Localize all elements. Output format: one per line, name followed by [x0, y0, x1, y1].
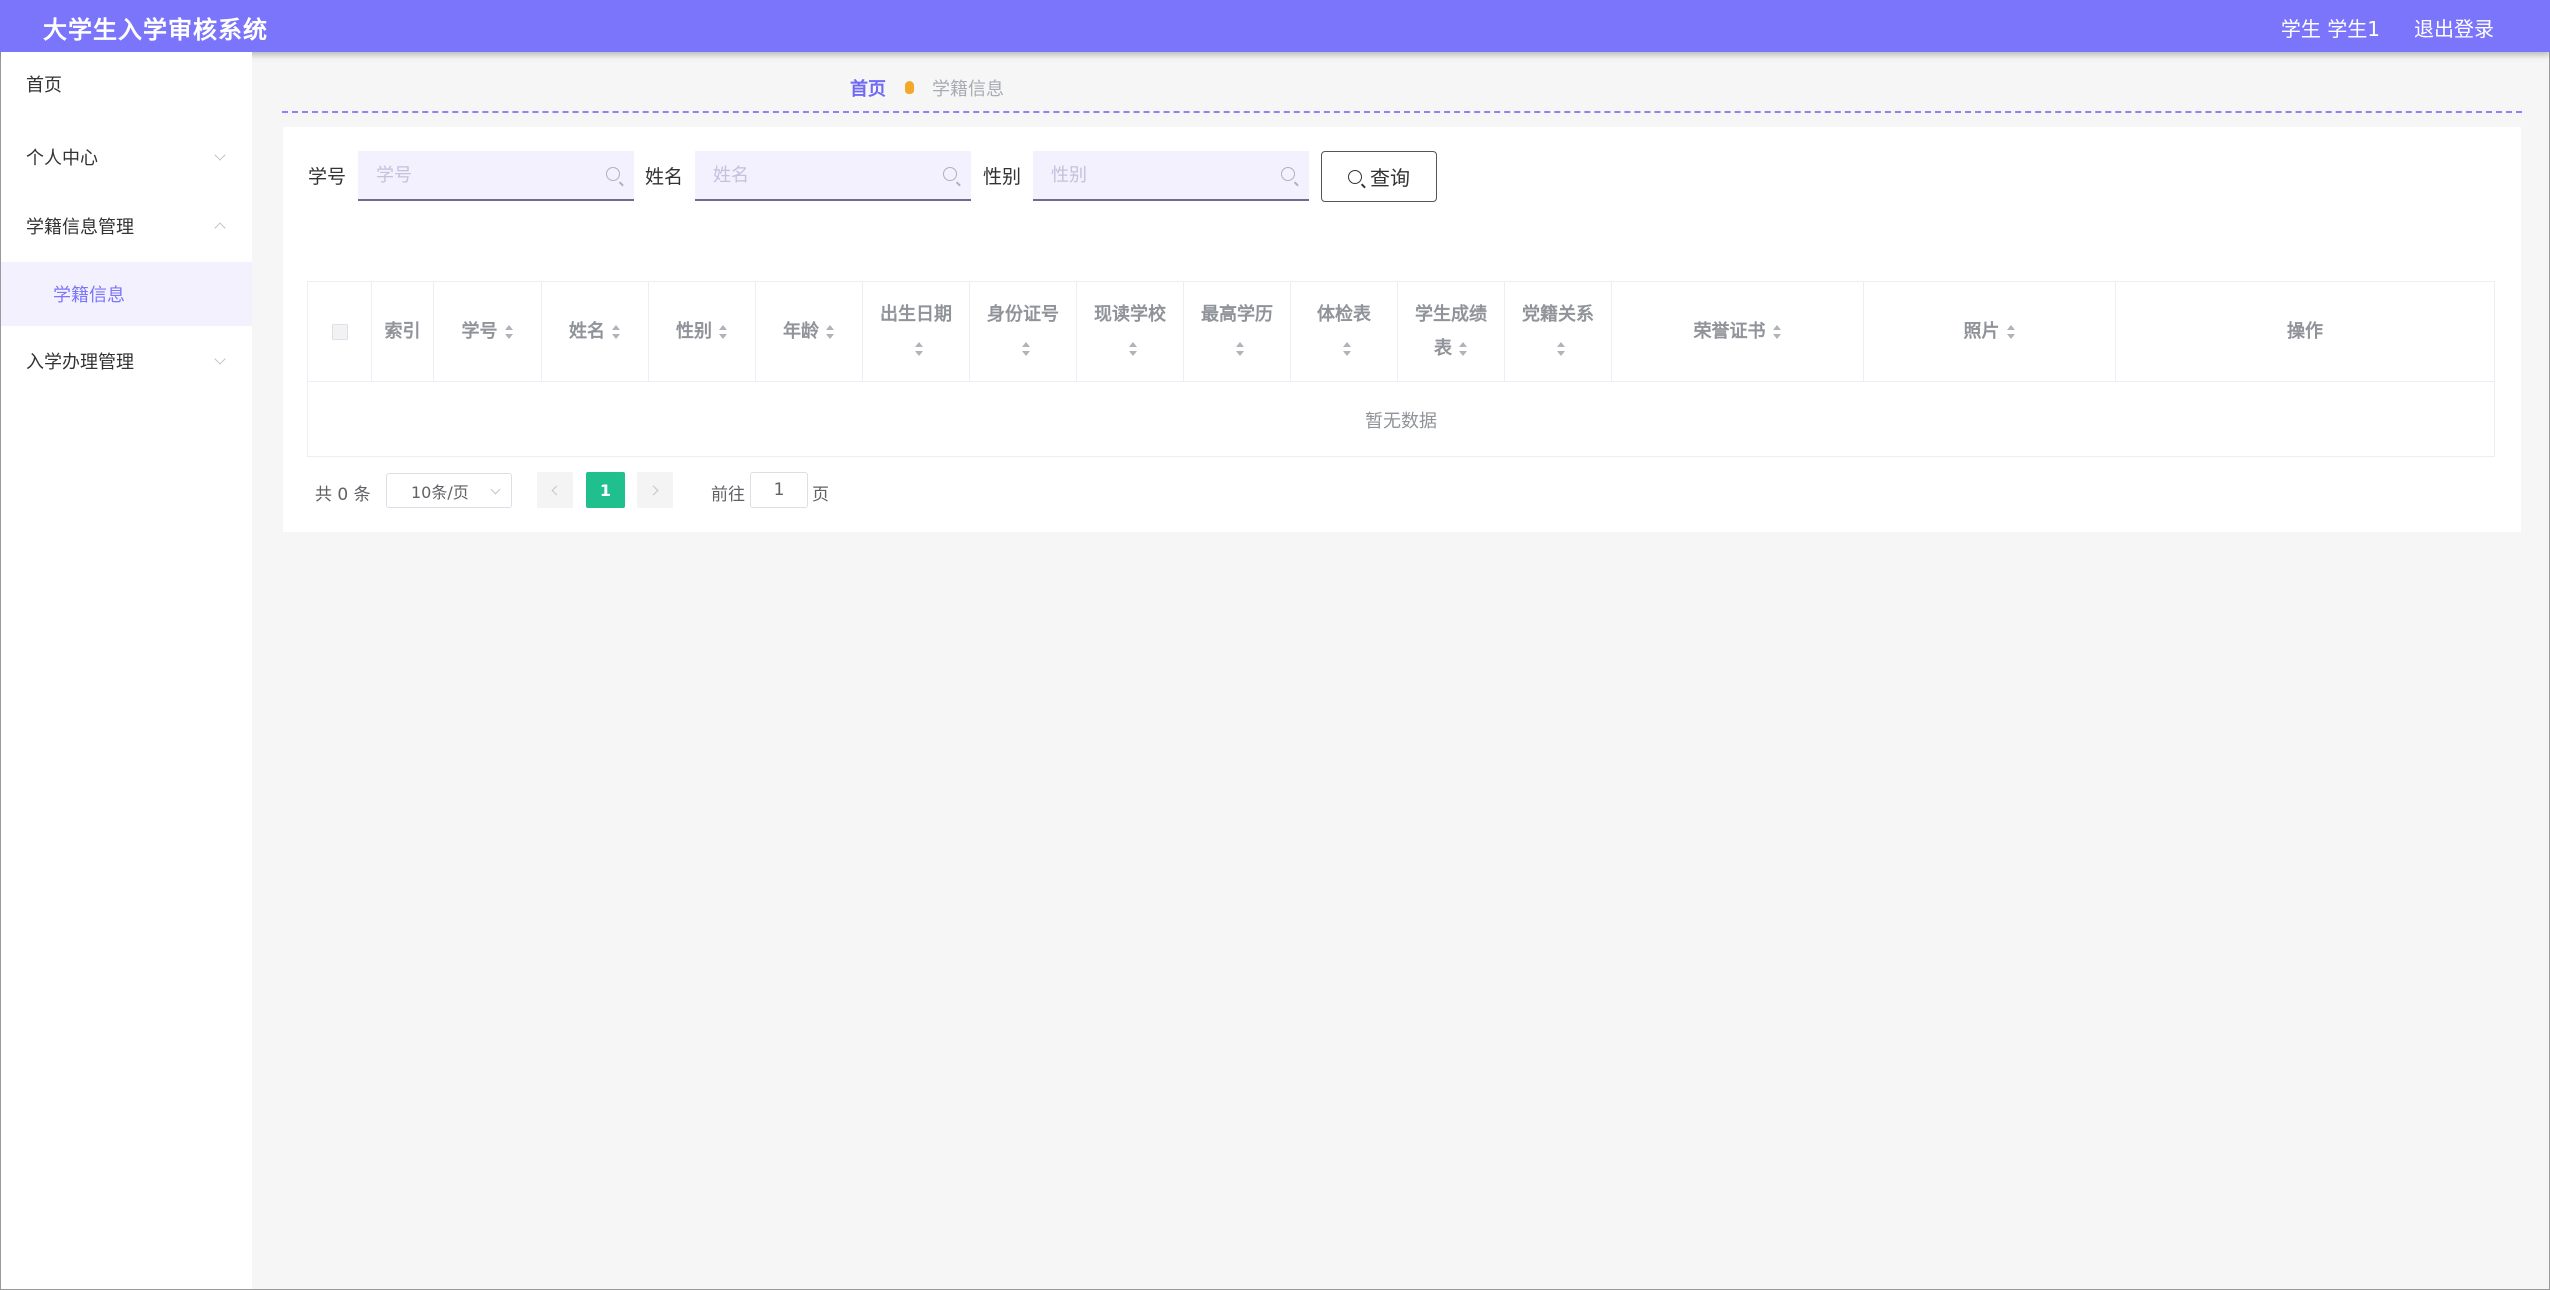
sort-icon[interactable] [1556, 341, 1566, 357]
chevron-down-icon [490, 484, 501, 495]
gender-search-field [1033, 151, 1309, 201]
sort-icon[interactable] [504, 324, 514, 340]
sort-icon[interactable] [1021, 341, 1031, 357]
sort-icon[interactable] [2006, 324, 2016, 340]
sidebar-item-home[interactable]: 首页 [1, 52, 252, 116]
breadcrumb: 首页 学籍信息 [850, 75, 1004, 101]
column-header-label: 学号 [461, 321, 498, 342]
sidebar-item-student-status-management[interactable]: 学籍信息管理 [1, 194, 252, 258]
table-header: 索引 学号 姓名 性别 年龄 出生日期 身份证号 现读学校 最高学历 体检表 学… [308, 282, 2494, 382]
column-header-age[interactable]: 年龄 [756, 282, 863, 382]
sort-icon[interactable] [611, 324, 621, 340]
column-header-label: 荣誉证书 [1693, 321, 1766, 342]
goto-suffix: 页 [812, 485, 829, 505]
column-header-name[interactable]: 姓名 [542, 282, 649, 382]
search-icon [1348, 169, 1362, 184]
column-header-label: 体检表 [1317, 304, 1371, 325]
search-label-student-id: 学号 [308, 166, 347, 188]
breadcrumb-home[interactable]: 首页 [850, 75, 886, 101]
column-header-label: 年龄 [783, 321, 819, 342]
column-header-current-school[interactable]: 现读学校 [1077, 282, 1184, 382]
sort-icon[interactable] [718, 324, 728, 340]
goto-label: 前往 [711, 485, 745, 505]
column-header-index: 索引 [372, 282, 434, 382]
sidebar-item-label: 个人中心 [26, 148, 98, 169]
gender-input[interactable] [1033, 151, 1309, 199]
sidebar-item-student-status-info[interactable]: 学籍信息 [1, 262, 252, 326]
student-id-search-field [358, 151, 634, 201]
column-header-label: 最高学历 [1201, 304, 1273, 325]
search-label-gender: 性别 [983, 166, 1022, 188]
sidebar-item-enrollment-management[interactable]: 入学办理管理 [1, 329, 252, 393]
sort-icon[interactable] [1458, 341, 1468, 357]
sort-icon[interactable] [825, 324, 835, 340]
sidebar-item-personal-center[interactable]: 个人中心 [1, 125, 252, 189]
name-search-field [695, 151, 971, 201]
user-info: 学生 学生1 [2280, 17, 2380, 41]
column-header-gender[interactable]: 性别 [649, 282, 756, 382]
column-header-label: 现读学校 [1094, 304, 1166, 325]
dashed-divider [282, 111, 2522, 113]
page-number-current[interactable]: 1 [586, 472, 625, 508]
column-header-label: 党籍关系 [1522, 304, 1594, 325]
column-header-label: 操作 [2287, 321, 2323, 342]
page-size-value: 10条/页 [411, 482, 469, 502]
chevron-left-icon [551, 485, 562, 495]
query-button-label: 查询 [1370, 166, 1410, 190]
name-input[interactable] [695, 151, 971, 199]
column-header-health-form[interactable]: 体检表 [1291, 282, 1398, 382]
sort-icon[interactable] [1342, 341, 1352, 357]
query-button[interactable]: 查询 [1321, 151, 1437, 202]
prev-page-button[interactable] [537, 472, 573, 508]
pagination-total: 共 0 条 [315, 485, 371, 505]
sidebar-item-label: 首页 [26, 75, 62, 96]
sort-icon[interactable] [914, 341, 924, 357]
search-icon [943, 167, 957, 181]
column-header-highest-education[interactable]: 最高学历 [1184, 282, 1291, 382]
column-header-label: 性别 [676, 321, 712, 342]
sidebar-item-label: 学籍信息 [53, 285, 125, 306]
page-size-select[interactable]: 10条/页 [386, 473, 512, 508]
select-all-checkbox[interactable] [331, 324, 348, 340]
chevron-down-icon [214, 149, 226, 161]
top-bar: 大学生入学审核系统 学生 学生1 退出登录 [0, 0, 2550, 52]
hand-icon [901, 79, 917, 97]
sort-icon[interactable] [1772, 324, 1782, 340]
column-header-label: 出生日期 [880, 304, 952, 325]
sidebar: 首页 个人中心 学籍信息管理 学籍信息 入学办理管理 [1, 52, 252, 1289]
column-header-label: 索引 [384, 321, 421, 342]
column-header-id-number[interactable]: 身份证号 [970, 282, 1077, 382]
student-id-input[interactable] [358, 151, 634, 199]
column-header-photo[interactable]: 照片 [1864, 282, 2116, 382]
column-header-honor-certificate[interactable]: 荣誉证书 [1612, 282, 1864, 382]
select-all-cell [308, 282, 372, 382]
column-header-label: 身份证号 [987, 304, 1059, 325]
chevron-right-icon [648, 485, 659, 495]
column-header-party-membership[interactable]: 党籍关系 [1505, 282, 1612, 382]
chevron-down-icon [214, 353, 226, 365]
column-header-label: 学生成绩表 [1415, 304, 1487, 359]
logout-button[interactable]: 退出登录 [2414, 13, 2494, 42]
sort-icon[interactable] [1235, 341, 1245, 357]
app-title: 大学生入学审核系统 [43, 16, 268, 44]
sidebar-item-label: 入学办理管理 [26, 352, 134, 373]
column-header-label: 姓名 [569, 321, 605, 342]
column-header-student-id[interactable]: 学号 [434, 282, 542, 382]
column-header-birth-date[interactable]: 出生日期 [863, 282, 970, 382]
empty-state-text: 暂无数据 [1365, 410, 1437, 432]
goto-page-input[interactable] [750, 472, 808, 508]
student-status-table: 索引 学号 姓名 性别 年龄 出生日期 身份证号 现读学校 最高学历 体检表 学… [307, 281, 2495, 457]
breadcrumb-current: 学籍信息 [932, 79, 1004, 100]
column-header-actions: 操作 [2116, 282, 2494, 382]
search-icon [1281, 167, 1295, 181]
chevron-up-icon [214, 222, 226, 234]
sort-icon[interactable] [1128, 341, 1138, 357]
column-header-transcript[interactable]: 学生成绩表 [1398, 282, 1505, 382]
sidebar-item-label: 学籍信息管理 [26, 217, 134, 238]
search-icon [606, 167, 620, 181]
search-label-name: 姓名 [645, 166, 684, 188]
next-page-button[interactable] [637, 472, 673, 508]
column-header-label: 照片 [1963, 321, 2000, 342]
